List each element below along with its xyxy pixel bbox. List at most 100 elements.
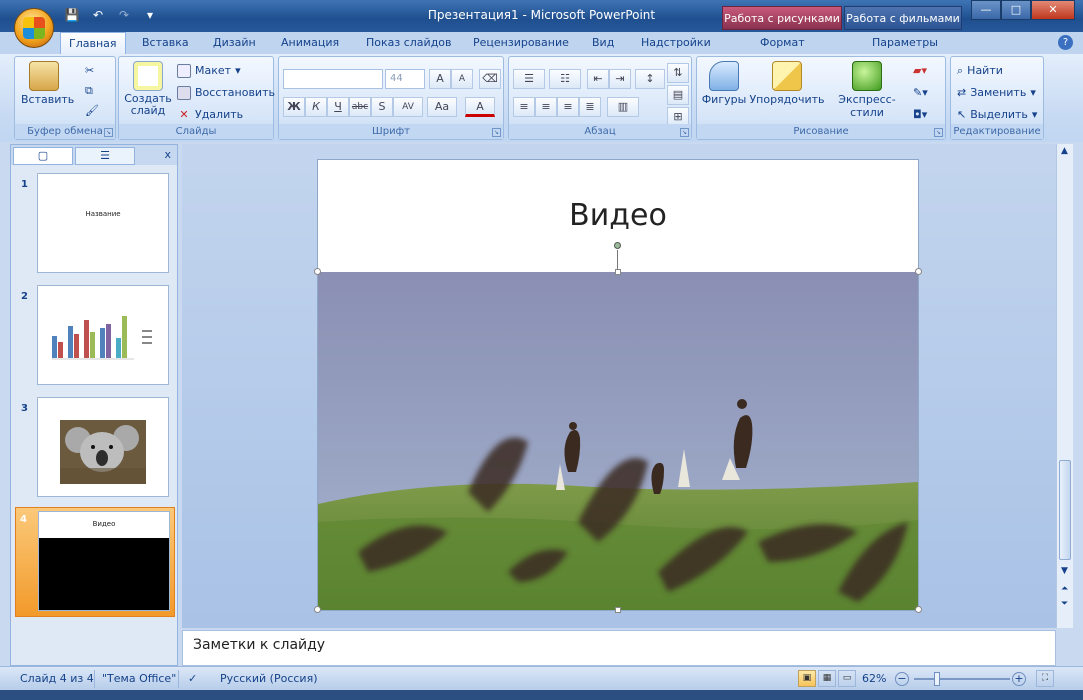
context-tab-movies[interactable]: Работа с фильмами (844, 6, 962, 30)
maximize-button[interactable]: □ (1001, 0, 1031, 20)
tab-review[interactable]: Рецензирование (465, 32, 577, 54)
tab-slideshow[interactable]: Показ слайдов (358, 32, 460, 54)
numbering-icon[interactable]: ☷ (549, 69, 581, 89)
normal-view-icon[interactable]: ▣ (798, 670, 816, 687)
save-icon[interactable]: 💾 (62, 6, 82, 24)
notes-pane[interactable]: Заметки к слайду (182, 630, 1056, 666)
replace-button[interactable]: ⇄ Заменить ▾ (957, 83, 1036, 103)
select-button[interactable]: ↖ Выделить ▾ (957, 105, 1037, 125)
text-direction-icon[interactable]: ⇅ (667, 63, 689, 83)
prev-slide-icon[interactable]: ⏶ (1061, 584, 1068, 594)
resize-handle[interactable] (615, 607, 621, 613)
fit-to-window-icon[interactable]: ⛶ (1036, 670, 1054, 687)
zoom-slider-thumb[interactable] (934, 672, 940, 686)
minimize-button[interactable]: — (971, 0, 1001, 20)
columns-icon[interactable]: ▥ (607, 97, 639, 117)
font-size-combo[interactable]: 44 (385, 69, 425, 89)
sorter-view-icon[interactable]: ▦ (818, 670, 836, 687)
slide-thumb-4[interactable]: 4 Видео (15, 507, 175, 617)
dialog-launcher-icon[interactable]: ↘ (492, 128, 501, 137)
align-text-icon[interactable]: ▤ (667, 85, 689, 105)
underline-button[interactable]: Ч (327, 97, 349, 117)
zoom-out-icon[interactable]: − (895, 672, 909, 686)
reset-button[interactable]: Восстановить (177, 83, 275, 103)
resize-handle[interactable] (615, 269, 621, 275)
slide-thumb-1[interactable]: 1 Название (17, 173, 173, 281)
office-button[interactable] (14, 8, 54, 48)
slide-thumb-3[interactable]: 3 (17, 397, 173, 505)
customize-qat-icon[interactable]: ▾ (140, 6, 160, 24)
resize-handle[interactable] (314, 268, 321, 275)
tab-home[interactable]: Главная (60, 32, 126, 54)
shadow-button[interactable]: S (371, 97, 393, 117)
tab-slides[interactable]: ▢ (13, 147, 73, 165)
increase-indent-icon[interactable]: ⇥ (609, 69, 631, 89)
slide-thumb-2[interactable]: 2 (17, 285, 173, 393)
slide-title[interactable]: Видео (318, 198, 918, 233)
shrink-font-button[interactable]: A (451, 69, 473, 89)
resize-handle[interactable] (915, 268, 922, 275)
spacing-button[interactable]: AV (393, 97, 423, 117)
align-left-icon[interactable]: ≡ (513, 97, 535, 117)
font-name-combo[interactable] (283, 69, 383, 89)
tab-design[interactable]: Дизайн (205, 32, 264, 54)
paste-button[interactable]: Вставить (21, 61, 74, 106)
bullets-icon[interactable]: ☰ (513, 69, 545, 89)
rotate-handle-icon[interactable] (614, 242, 621, 249)
redo-icon[interactable]: ↷ (114, 6, 134, 24)
resize-handle[interactable] (314, 606, 321, 613)
scroll-up-icon[interactable]: ▲ (1061, 146, 1068, 156)
next-slide-icon[interactable]: ⏷ (1061, 599, 1068, 609)
shape-outline-icon[interactable]: ✎▾ (913, 83, 928, 103)
scroll-down-icon[interactable]: ▼ (1061, 566, 1068, 576)
grow-font-button[interactable]: A (429, 69, 451, 89)
bold-button[interactable]: Ж (283, 97, 305, 117)
zoom-level[interactable]: 62% (862, 671, 886, 687)
cut-icon[interactable]: ✂ (85, 61, 94, 81)
shapes-button[interactable]: Фигуры (701, 61, 747, 106)
spellcheck-icon[interactable]: ✓ (188, 671, 197, 687)
tab-options[interactable]: Параметры (864, 32, 946, 54)
format-painter-icon[interactable]: 🖌 (85, 101, 99, 121)
video-frame[interactable] (318, 272, 918, 610)
copy-icon[interactable]: ⧉ (85, 81, 93, 101)
strikethrough-button[interactable]: abc (349, 97, 371, 117)
zoom-in-icon[interactable]: + (1012, 672, 1026, 686)
dialog-launcher-icon[interactable]: ↘ (680, 128, 689, 137)
arrange-button[interactable]: Упорядочить (749, 61, 825, 106)
decrease-indent-icon[interactable]: ⇤ (587, 69, 609, 89)
vertical-scrollbar[interactable]: ▲ ▼ ⏶ ⏷ (1056, 144, 1073, 628)
undo-icon[interactable]: ↶ (88, 6, 108, 24)
tab-addins[interactable]: Надстройки (633, 32, 719, 54)
slideshow-view-icon[interactable]: ▭ (838, 670, 856, 687)
justify-icon[interactable]: ≣ (579, 97, 601, 117)
italic-button[interactable]: К (305, 97, 327, 117)
tab-insert[interactable]: Вставка (134, 32, 197, 54)
new-slide-button[interactable]: Создать слайд (123, 61, 173, 117)
close-button[interactable]: ✕ (1031, 0, 1075, 20)
shape-effects-icon[interactable]: ◘▾ (913, 105, 927, 125)
find-button[interactable]: ⌕ Найти (957, 61, 1003, 81)
align-right-icon[interactable]: ≡ (557, 97, 579, 117)
resize-handle[interactable] (915, 606, 922, 613)
language[interactable]: Русский (Россия) (220, 671, 318, 687)
shape-fill-icon[interactable]: ▰▾ (913, 61, 927, 81)
zoom-slider-track[interactable] (914, 678, 1010, 680)
font-color-button[interactable]: A (465, 97, 495, 117)
layout-button[interactable]: Макет ▾ (177, 61, 241, 81)
line-spacing-icon[interactable]: ↕ (635, 69, 665, 89)
theme-name[interactable]: "Тема Office" (102, 671, 176, 687)
change-case-button[interactable]: Aa (427, 97, 457, 117)
tab-view[interactable]: Вид (584, 32, 622, 54)
dialog-launcher-icon[interactable]: ↘ (104, 128, 113, 137)
scroll-thumb[interactable] (1059, 460, 1071, 560)
clear-format-icon[interactable]: ⌫ (479, 69, 501, 89)
quick-styles-button[interactable]: Экспресс-стили (825, 61, 909, 119)
context-tab-pictures[interactable]: Работа с рисунками (722, 6, 842, 30)
close-panel-icon[interactable]: x (164, 148, 171, 161)
delete-slide-button[interactable]: ✕ Удалить (177, 105, 243, 125)
tab-format[interactable]: Формат (752, 32, 813, 54)
tab-animation[interactable]: Анимация (273, 32, 347, 54)
dialog-launcher-icon[interactable]: ↘ (934, 128, 943, 137)
align-center-icon[interactable]: ≡ (535, 97, 557, 117)
